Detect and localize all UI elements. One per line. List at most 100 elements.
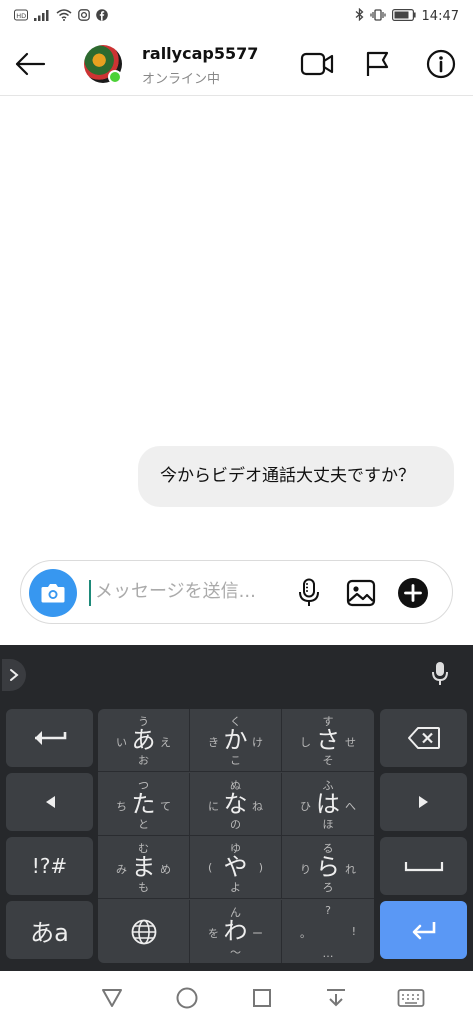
input-mode-key[interactable]: あa bbox=[6, 901, 93, 959]
nav-notifications-button[interactable] bbox=[318, 980, 354, 1016]
bluetooth-icon bbox=[355, 7, 364, 24]
key-ra[interactable]: らるろり れ bbox=[282, 836, 374, 899]
message-composer: メッセージを送信... bbox=[20, 560, 453, 624]
info-button[interactable] bbox=[423, 46, 459, 82]
globe-icon bbox=[130, 918, 158, 950]
backspace-icon bbox=[407, 727, 440, 749]
signal-icon bbox=[34, 9, 50, 24]
message-bubble-sent[interactable]: 今からビデオ通話大丈夫ですか？ bbox=[138, 446, 454, 507]
status-time: 14:47 bbox=[421, 8, 459, 24]
battery-icon bbox=[391, 8, 416, 24]
kana-left-char: き bbox=[208, 736, 219, 749]
kana-down-char: ろ bbox=[322, 881, 334, 894]
kana-down-char: と bbox=[138, 817, 149, 831]
nav-home-button[interactable] bbox=[169, 980, 205, 1016]
system-navigation-bar bbox=[0, 971, 473, 1024]
kana-up-char: る bbox=[322, 842, 334, 855]
key-wa[interactable]: わん〜を ー bbox=[190, 899, 282, 963]
nav-recents-button[interactable] bbox=[244, 980, 280, 1016]
undo-key[interactable] bbox=[6, 709, 93, 767]
key-a[interactable]: あうおい え bbox=[98, 709, 190, 772]
pull-down-icon bbox=[327, 988, 346, 1006]
kana-left-char: ち bbox=[116, 799, 127, 813]
kana-left-char: ( bbox=[208, 861, 213, 874]
back-button[interactable] bbox=[12, 46, 48, 82]
circle-home-icon bbox=[176, 987, 198, 1008]
kana-right-char: へ bbox=[345, 799, 356, 813]
plus-circle-icon bbox=[398, 578, 428, 608]
key-ta[interactable]: たつとち て bbox=[98, 772, 190, 836]
kana-up-char: ふ bbox=[322, 778, 334, 792]
kana-right-char: て bbox=[160, 799, 171, 813]
report-button[interactable] bbox=[359, 46, 395, 82]
gallery-button[interactable] bbox=[343, 575, 379, 611]
kana-up-char: ん bbox=[230, 905, 241, 919]
status-right-icons: 14:47 bbox=[355, 7, 459, 24]
arrow-left-icon bbox=[15, 52, 46, 76]
kana-left-char: ひ bbox=[300, 799, 311, 813]
kana-right-char: ! bbox=[351, 924, 356, 938]
kana-down-char: よ bbox=[230, 881, 241, 894]
voice-message-button[interactable] bbox=[291, 575, 327, 611]
enter-key[interactable] bbox=[380, 901, 467, 959]
kana-main-char: や bbox=[223, 853, 248, 881]
kana-up-char: ゆ bbox=[230, 842, 241, 855]
wifi-icon bbox=[56, 8, 72, 24]
kana-up-char: む bbox=[138, 842, 149, 855]
kana-left-char: い bbox=[116, 736, 127, 749]
key-globe[interactable] bbox=[98, 899, 190, 963]
kana-main-char: か bbox=[223, 726, 248, 754]
key-na[interactable]: なぬのに ね bbox=[190, 772, 282, 836]
keyboard-voice-button[interactable] bbox=[426, 659, 454, 689]
key-sa[interactable]: さすそし せ bbox=[282, 709, 374, 772]
more-options-button[interactable] bbox=[395, 575, 431, 611]
video-call-button[interactable] bbox=[299, 46, 335, 82]
space-bar-icon bbox=[404, 862, 443, 872]
chat-username[interactable]: rallycap5577 bbox=[142, 44, 258, 63]
camera-icon bbox=[41, 584, 65, 603]
triangle-right-icon bbox=[418, 796, 428, 808]
online-status-text: オンライン中 bbox=[142, 72, 221, 87]
keyboard-toolbar bbox=[0, 645, 473, 703]
symbols-key[interactable]: !?# bbox=[6, 837, 93, 895]
key-ya[interactable]: やゆよ () bbox=[190, 836, 282, 899]
keyboard-icon bbox=[397, 988, 425, 1007]
space-key[interactable] bbox=[380, 837, 467, 895]
key-ha[interactable]: はふほひ へ bbox=[282, 773, 374, 836]
nav-back-button[interactable] bbox=[94, 980, 130, 1016]
kana-main-char: た bbox=[131, 789, 156, 818]
enter-arrow-icon bbox=[412, 922, 435, 940]
key-ma[interactable]: まむもみ め bbox=[98, 836, 190, 899]
kana-left-char: 。 bbox=[300, 926, 311, 940]
kana-down-char: 〜 bbox=[230, 945, 241, 959]
kana-down-char: … bbox=[322, 946, 334, 960]
nav-keyboard-button[interactable] bbox=[393, 980, 429, 1016]
keyboard-expand-button[interactable] bbox=[2, 659, 26, 691]
flag-icon bbox=[366, 51, 389, 76]
message-input[interactable]: メッセージを送信... bbox=[89, 580, 289, 606]
kana-right-char: ) bbox=[258, 861, 263, 874]
kana-up-char: つ bbox=[138, 778, 149, 792]
video-camera-icon bbox=[300, 52, 334, 76]
vibrate-icon bbox=[369, 8, 386, 24]
kana-main-char: ま bbox=[131, 853, 156, 881]
input-mode-label: あa bbox=[30, 918, 69, 947]
key-ka[interactable]: かくこき け bbox=[190, 709, 282, 772]
kana-right-char: け bbox=[252, 736, 263, 749]
kana-right-char: せ bbox=[345, 736, 356, 749]
kana-main-char: は bbox=[316, 789, 340, 818]
kana-down-char: こ bbox=[230, 754, 241, 767]
kana-up-char: ? bbox=[325, 903, 331, 917]
backspace-key[interactable] bbox=[380, 709, 467, 767]
triangle-back-icon bbox=[102, 988, 122, 1007]
square-recents-icon bbox=[252, 988, 271, 1007]
kana-left-char: を bbox=[208, 926, 219, 940]
key-punctuation[interactable]: ? … 。! bbox=[282, 900, 374, 963]
cursor-left-key[interactable] bbox=[6, 773, 93, 831]
kana-flick-grid: あうおい え かくこき け さすそし せたつとち て なぬのに ね はふほひ へまむもみ め やゆよ ()… bbox=[98, 709, 374, 963]
camera-button[interactable] bbox=[29, 569, 77, 617]
kana-right-char: え bbox=[160, 736, 171, 749]
kana-main-char: わ bbox=[223, 916, 248, 945]
cursor-right-key[interactable] bbox=[380, 773, 467, 831]
microphone-icon bbox=[432, 662, 448, 685]
